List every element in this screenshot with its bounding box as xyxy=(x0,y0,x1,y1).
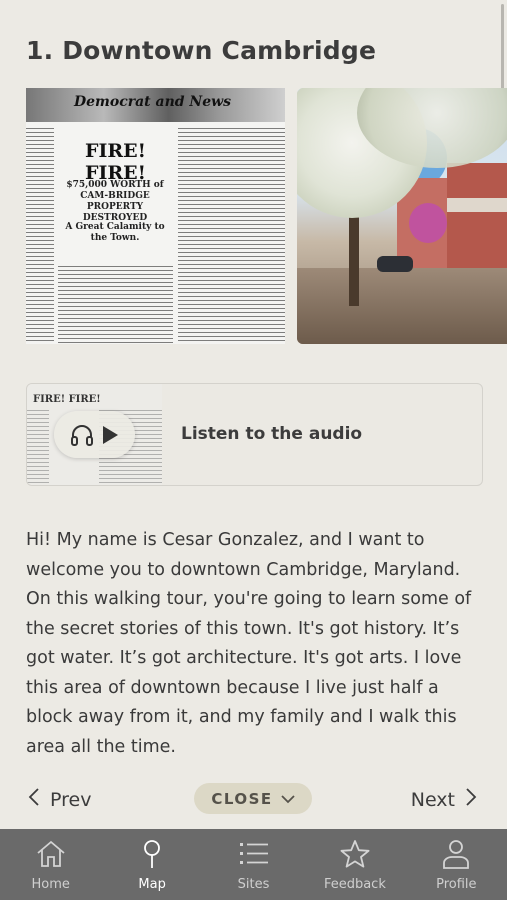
next-button[interactable]: Next xyxy=(411,787,477,812)
newspaper-column xyxy=(26,128,54,344)
play-audio-button[interactable] xyxy=(54,411,135,458)
tab-sites[interactable]: Sites xyxy=(203,829,304,900)
newspaper-image: Democrat and News FIRE! FIRE! $75,000 WO… xyxy=(26,88,285,344)
tab-feedback-label: Feedback xyxy=(323,877,386,892)
newspaper-column xyxy=(178,128,285,344)
tour-description: Hi! My name is Cesar Gonzalez, and I wan… xyxy=(26,530,472,757)
scrollbar[interactable] xyxy=(501,4,504,90)
prev-label: Prev xyxy=(50,788,92,811)
tab-map[interactable]: Map xyxy=(101,829,202,900)
newspaper-masthead-text: Democrat and News xyxy=(74,94,232,110)
audio-label[interactable]: Listen to the audio xyxy=(181,424,362,444)
play-icon xyxy=(100,424,120,446)
tab-home[interactable]: Home xyxy=(0,829,101,900)
tab-home-label: Home xyxy=(31,877,70,892)
newspaper-headline: FIRE! FIRE! xyxy=(58,140,173,184)
chevron-right-icon xyxy=(465,787,477,812)
hero-gallery[interactable]: Democrat and News FIRE! FIRE! $75,000 WO… xyxy=(26,88,507,344)
bottom-tab-bar: Home Map Sites Feedback Profile xyxy=(0,829,507,900)
tab-profile-label: Profile xyxy=(436,877,477,892)
home-icon xyxy=(35,839,67,873)
tab-profile[interactable]: Profile xyxy=(406,829,507,900)
newspaper-column xyxy=(58,266,173,344)
chevron-left-icon xyxy=(28,787,40,812)
prev-button[interactable]: Prev xyxy=(28,787,91,812)
chevron-down-icon xyxy=(281,790,295,808)
newspaper-subhead-2: A Great Calamity to the Town. xyxy=(56,222,174,244)
tab-feedback[interactable]: Feedback xyxy=(304,829,405,900)
newspaper-subhead: $75,000 WORTH of CAM-BRIDGE PROPERTY DES… xyxy=(56,180,174,224)
headphones-icon xyxy=(70,424,94,446)
audio-player-card[interactable]: FIRE! FIRE! Listen to the audio xyxy=(26,383,483,486)
star-icon xyxy=(339,839,371,873)
tab-sites-label: Sites xyxy=(237,877,270,892)
pager: Prev CLOSE Next xyxy=(0,783,507,817)
street-photo xyxy=(297,88,507,344)
next-label: Next xyxy=(410,788,455,811)
close-label: CLOSE xyxy=(211,789,273,808)
tab-map-label: Map xyxy=(138,877,166,892)
map-pin-icon xyxy=(136,839,168,873)
audio-thumbnail-text: FIRE! FIRE! xyxy=(33,394,101,405)
page-title: 1. Downtown Cambridge xyxy=(26,36,377,65)
person-icon xyxy=(440,839,472,873)
list-icon xyxy=(238,839,270,873)
close-button[interactable]: CLOSE xyxy=(194,783,312,814)
